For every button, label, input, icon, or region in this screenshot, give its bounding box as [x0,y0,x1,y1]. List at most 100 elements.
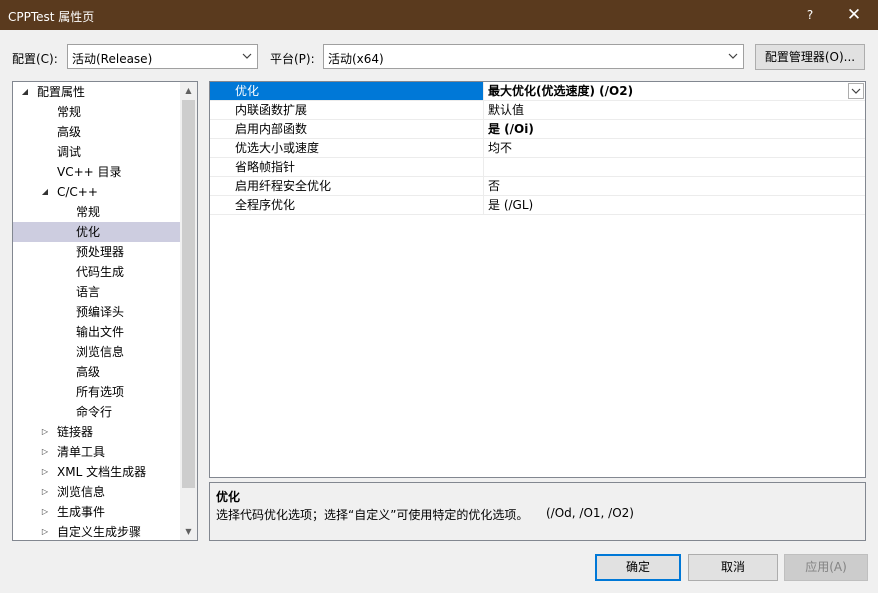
property-name: 启用内部函数 [210,120,484,138]
platform-dropdown-value: 活动(x64) [328,52,384,66]
property-row[interactable]: 启用纤程安全优化否 [210,177,865,196]
property-row[interactable]: 优化 最大优化(优选速度) (/O2) [210,82,865,101]
tree-item-label: VC++ 目录 [57,165,122,179]
chevron-down-icon [851,88,861,94]
property-row[interactable]: 省略帧指针 [210,158,865,177]
expanded-triangle-icon[interactable]: ◢ [40,182,50,202]
expanded-triangle-icon[interactable]: ◢ [20,82,30,102]
scrollbar-thumb[interactable] [182,100,195,488]
config-label: 配置(C): [12,52,58,66]
tree-item-label: XML 文档生成器 [57,465,147,479]
platform-dropdown[interactable]: 活动(x64) [323,44,744,69]
platform-label: 平台(P): [270,52,315,66]
property-row[interactable]: 全程序优化是 (/GL) [210,196,865,215]
description-text: 选择代码优化选项；选择“自定义”可使用特定的优化选项。 [216,508,529,522]
tree-item-label: 高级 [76,365,101,379]
chevron-down-icon [242,53,252,59]
tree-item[interactable]: 语言 [13,282,181,302]
property-row[interactable]: 内联函数扩展 默认值 [210,101,865,120]
tree-item-label: 常规 [76,205,101,219]
tree-item[interactable]: ▷ XML 文档生成器 [13,462,181,482]
property-value[interactable]: 是 (/GL) [485,196,865,214]
tree-item[interactable]: ▷ 生成事件 [13,502,181,522]
property-name: 内联函数扩展 [210,101,484,119]
tree-scrollbar[interactable]: ▲ ▼ [180,82,197,540]
scroll-down-icon[interactable]: ▼ [180,523,197,540]
collapsed-triangle-icon[interactable]: ▷ [40,482,50,502]
tree-item[interactable]: 命令行 [13,402,181,422]
tree-item[interactable]: ▷ 浏览信息 [13,482,181,502]
tree-item-label: 语言 [76,285,101,299]
tree-item[interactable]: 代码生成 [13,262,181,282]
collapsed-triangle-icon[interactable]: ▷ [40,422,50,442]
tree-item-label: 所有选项 [76,385,125,399]
tree-item-label: 输出文件 [76,325,125,339]
property-name: 启用纤程安全优化 [210,177,484,195]
description-title: 优化 [216,490,241,504]
property-name: 全程序优化 [210,196,484,214]
tree-item-label: 预编译头 [76,305,125,319]
collapsed-triangle-icon[interactable]: ▷ [40,502,50,522]
tree-item-label: 调试 [57,145,82,159]
property-name: 优化 [210,82,484,100]
tree-item-label: 清单工具 [57,445,106,459]
chevron-down-icon [728,53,738,59]
property-value[interactable]: 是 (/Oi) [485,120,865,138]
collapsed-triangle-icon[interactable]: ▷ [40,522,50,540]
tree-item[interactable]: 浏览信息 [13,342,181,362]
property-value[interactable]: 均不 [485,139,865,157]
tree-item-label: 预处理器 [76,245,125,259]
tree-item-label: 生成事件 [57,505,106,519]
tree-item[interactable]: 优化 [13,222,181,242]
close-button[interactable]: ✕ [836,0,872,30]
tree-item[interactable]: 所有选项 [13,382,181,402]
tree-item-label: 常规 [57,105,82,119]
collapsed-triangle-icon[interactable]: ▷ [40,462,50,482]
tree-item-label: 链接器 [57,425,94,439]
property-row[interactable]: 优选大小或速度 均不 [210,139,865,158]
config-dropdown[interactable]: 活动(Release) [67,44,258,69]
tree-item[interactable]: ▷ 自定义生成步骤 [13,522,181,540]
property-row[interactable]: 启用内部函数是 (/Oi) [210,120,865,139]
tree-item[interactable]: 预编译头 [13,302,181,322]
tree-item[interactable]: 预处理器 [13,242,181,262]
tree-item-label: 高级 [57,125,82,139]
tree-item-label: 代码生成 [76,265,125,279]
ok-button[interactable]: 确定 [595,554,681,581]
tree-item[interactable]: 常规 [13,102,181,122]
tree-item[interactable]: ▷ 链接器 [13,422,181,442]
tree-item[interactable]: 常规 [13,202,181,222]
tree-item-label: 自定义生成步骤 [57,525,142,539]
value-dropdown-button[interactable] [848,83,864,99]
apply-button[interactable]: 应用(A) [784,554,868,581]
tree-item[interactable]: ◢ C/C++ [13,182,181,202]
help-button[interactable]: ? [800,0,820,30]
property-value[interactable]: 否 [485,177,865,195]
property-name: 优选大小或速度 [210,139,484,157]
tree-item[interactable]: ◢ 配置属性 [13,82,181,102]
tree-item-label: 浏览信息 [57,485,106,499]
property-value[interactable]: 默认值 [485,101,865,119]
tree-item-label: C/C++ [57,185,98,199]
collapsed-triangle-icon[interactable]: ▷ [40,442,50,462]
property-name: 省略帧指针 [210,158,484,176]
tree-item-label: 优化 [76,225,101,239]
tree-item[interactable]: VC++ 目录 [13,162,181,182]
cancel-button[interactable]: 取消 [688,554,778,581]
tree-item[interactable]: 调试 [13,142,181,162]
scroll-up-icon[interactable]: ▲ [180,82,197,99]
property-value[interactable] [485,158,865,176]
tree-item[interactable]: 高级 [13,362,181,382]
tree-item[interactable]: ▷ 清单工具 [13,442,181,462]
window-title: CPPTest 属性页 [8,10,95,24]
property-grid: 优化 最大优化(优选速度) (/O2) 内联函数扩展 默认值 启用内部函数是 (/Oi)… [209,81,866,478]
description-options: (/Od, /O1, /O2) [546,506,634,520]
property-tree[interactable]: ◢ 配置属性 常规 高级 调试 VC++ 目录 ◢ C/C++ 常规 优化 预处理器 代码生成 语言 预编… [12,81,198,541]
tree-item-label: 配置属性 [37,85,86,99]
tree-item[interactable]: 高级 [13,122,181,142]
tree-item[interactable]: 输出文件 [13,322,181,342]
description-panel: 优化 选择代码优化选项；选择“自定义”可使用特定的优化选项。 (/Od, /O1… [209,482,866,541]
config-manager-button[interactable]: 配置管理器(O)... [755,44,865,70]
config-dropdown-value: 活动(Release) [72,52,153,66]
property-value[interactable]: 最大优化(优选速度) (/O2) [485,82,865,100]
